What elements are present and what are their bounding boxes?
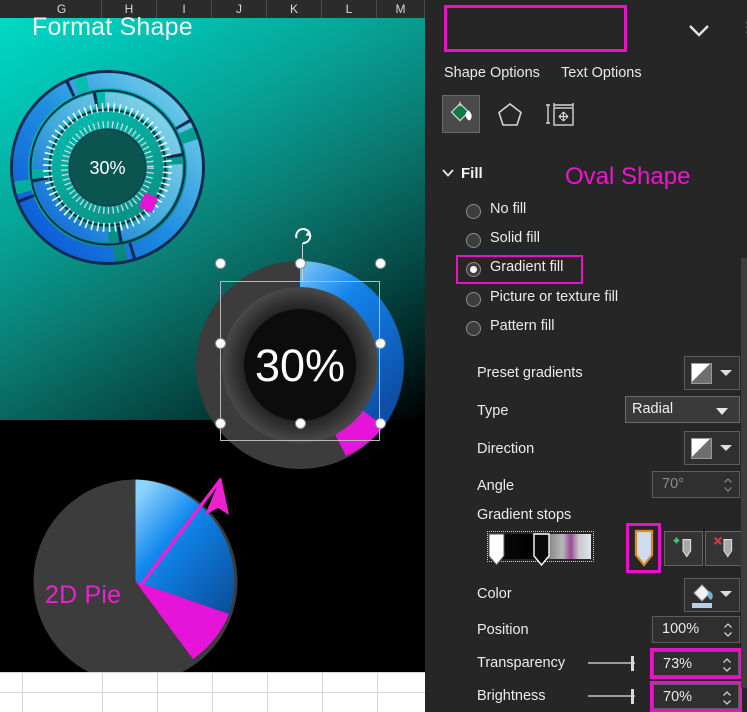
radio-indicator: [466, 292, 481, 307]
fill-color-button[interactable]: [684, 578, 740, 612]
brightness-label: Brightness: [477, 688, 546, 704]
tab-shape-options[interactable]: Shape Options: [444, 65, 540, 81]
direction-button[interactable]: [684, 431, 740, 465]
preset-gradients-button[interactable]: [684, 356, 740, 390]
transparency-spinner[interactable]: 73%: [653, 651, 739, 676]
brightness-value: 70%: [663, 689, 692, 705]
tab-text-options[interactable]: Text Options: [561, 65, 642, 81]
column-header-k[interactable]: K: [267, 0, 322, 18]
radio-label: No fill: [490, 201, 526, 217]
angle-label: Angle: [477, 478, 514, 494]
transparency-slider-track[interactable]: [588, 662, 635, 664]
grid-cells-below: [0, 672, 425, 712]
add-gradient-stop-button[interactable]: [664, 531, 703, 566]
pie-callout-arrow: [135, 463, 245, 603]
radio-indicator: [466, 204, 481, 219]
column-header-j[interactable]: J: [212, 0, 267, 18]
radio-label: Picture or texture fill: [490, 289, 618, 305]
gradient-stop-highlight: [626, 523, 661, 573]
resize-handle-nw[interactable]: [215, 258, 226, 269]
chevron-down-icon: [720, 591, 732, 597]
spinner-arrows-icon[interactable]: [722, 688, 732, 708]
radio-indicator: [466, 321, 481, 336]
position-value: 100%: [662, 621, 699, 637]
preset-gradients-label: Preset gradients: [477, 365, 583, 381]
gradient-stop-marker-1[interactable]: [488, 533, 505, 566]
resize-handle-se[interactable]: [375, 418, 386, 429]
transparency-value: 73%: [663, 656, 692, 672]
chevron-down-icon: [720, 370, 732, 376]
fill-section-header[interactable]: Fill: [461, 165, 483, 182]
pane-scrollbar[interactable]: [741, 258, 747, 688]
effects-pentagon-icon[interactable]: [491, 95, 529, 133]
chevron-down-icon-type: [716, 408, 728, 415]
gradient-stop-marker-2[interactable]: [533, 533, 550, 566]
angle-spinner[interactable]: 70°: [652, 471, 740, 498]
transparency-label: Transparency: [477, 655, 565, 671]
chevron-down-icon-fill-section[interactable]: [441, 168, 455, 178]
rotate-handle-icon[interactable]: [292, 225, 314, 247]
spinner-arrows-icon[interactable]: [723, 475, 733, 495]
gradient-stops-label: Gradient stops: [477, 507, 571, 523]
radio-label: Gradient fill: [490, 259, 563, 275]
grid-row-line: [0, 692, 425, 693]
resize-handle-ne[interactable]: [375, 258, 386, 269]
chevron-down-icon[interactable]: [684, 20, 714, 40]
pane-title-highlight: [444, 5, 627, 52]
transparency-slider-thumb[interactable]: [631, 656, 634, 671]
brightness-slider-track[interactable]: [588, 695, 635, 697]
spinner-arrows-icon[interactable]: [723, 620, 733, 640]
chevron-down-icon: [720, 445, 732, 451]
resize-handle-sw[interactable]: [215, 418, 226, 429]
size-and-properties-icon[interactable]: [541, 95, 579, 133]
brightness-slider-thumb[interactable]: [631, 689, 634, 704]
remove-gradient-stop-button[interactable]: [705, 531, 744, 566]
brightness-spinner[interactable]: 70%: [653, 684, 739, 709]
gradient-type-label: Type: [477, 403, 508, 419]
direction-label: Direction: [477, 441, 534, 457]
resize-handle-n[interactable]: [295, 258, 306, 269]
resize-handle-w[interactable]: [215, 338, 226, 349]
gauge-value-label: 30%: [89, 158, 125, 178]
oval-shape-annotation: Oval Shape: [565, 163, 690, 191]
position-spinner[interactable]: 100%: [652, 616, 740, 643]
angle-value: 70°: [662, 476, 684, 492]
resize-handle-e[interactable]: [375, 338, 386, 349]
chart-plot-background: 30%: [0, 18, 425, 672]
fill-and-line-icon[interactable]: [442, 95, 480, 133]
radio-label: Pattern fill: [490, 318, 554, 334]
column-header-l[interactable]: L: [322, 0, 377, 18]
radio-indicator-selected: [466, 262, 481, 277]
gradient-swatch-icon: [691, 363, 712, 384]
radio-indicator: [466, 233, 481, 248]
resize-handle-s[interactable]: [295, 418, 306, 429]
gradient-type-value: Radial: [632, 401, 673, 417]
app-root: GHIJKLM: [0, 0, 747, 712]
page-title: Format Shape: [32, 13, 193, 42]
direction-swatch-icon: [691, 438, 712, 459]
ellipsis-icon[interactable]: ⋮: [740, 20, 747, 35]
worksheet-canvas: GHIJKLM: [0, 0, 425, 712]
column-header-m[interactable]: M: [377, 0, 425, 18]
radial-gauge-graphic[interactable]: 30%: [10, 70, 205, 265]
pie-chart-label: 2D Pie: [45, 581, 121, 610]
color-label: Color: [477, 586, 512, 602]
radio-label: Solid fill: [490, 230, 540, 246]
spinner-arrows-icon[interactable]: [722, 655, 732, 675]
position-label: Position: [477, 622, 529, 638]
grid-row-line: [0, 672, 425, 673]
